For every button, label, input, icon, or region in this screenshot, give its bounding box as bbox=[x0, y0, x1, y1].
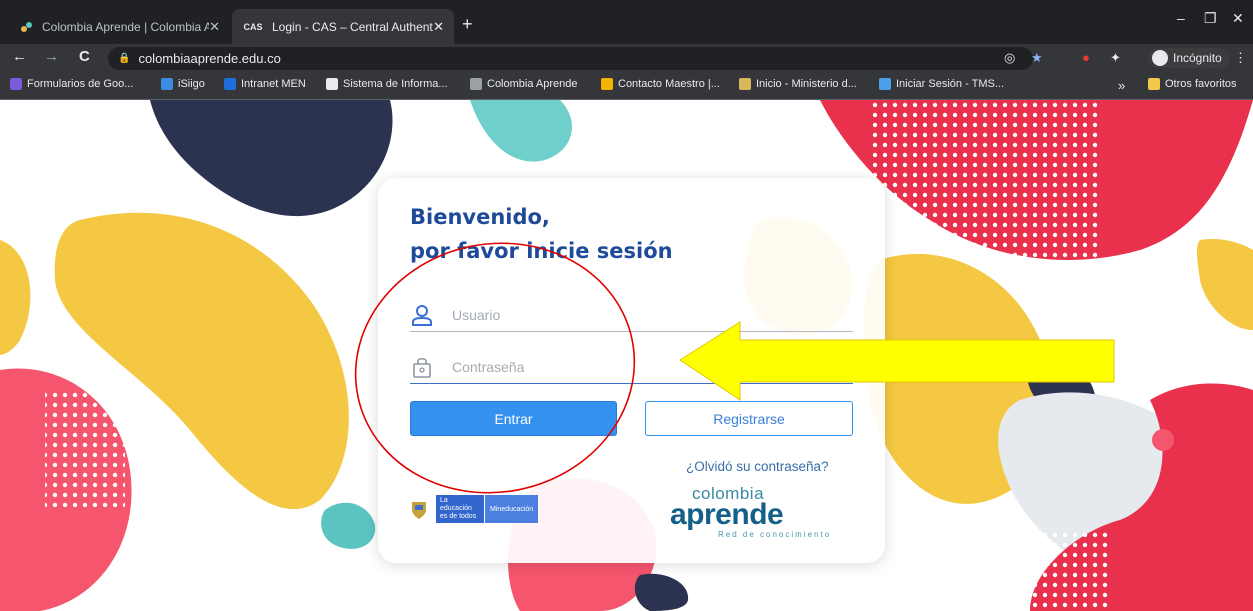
register-button[interactable]: Registrarse bbox=[645, 401, 853, 436]
tab-close-icon[interactable]: ✕ bbox=[433, 19, 444, 35]
men-slogan: La educación es de todos bbox=[436, 495, 484, 523]
bookmark-contacto-maestro[interactable]: Contacto Maestro |... bbox=[601, 78, 720, 90]
contacto-icon bbox=[601, 78, 613, 90]
logo-sub-text: Red de conocimiento bbox=[718, 530, 832, 539]
more-bookmarks-button[interactable]: » bbox=[1118, 78, 1125, 93]
men-brand: Mineducación bbox=[485, 495, 539, 523]
extensions-puzzle-icon[interactable]: ✦ bbox=[1110, 50, 1121, 66]
extension-shield-icon[interactable]: ● bbox=[1082, 50, 1090, 65]
password-input[interactable] bbox=[452, 358, 832, 375]
username-input[interactable] bbox=[452, 306, 832, 323]
login-subtitle: por favor inicie sesión bbox=[410, 239, 673, 263]
coat-of-arms-icon bbox=[412, 502, 426, 519]
intranet-icon bbox=[224, 78, 236, 90]
tab-close-icon[interactable]: ✕ bbox=[209, 19, 220, 35]
siigo-icon bbox=[161, 78, 173, 90]
lock-icon: 🔒 bbox=[118, 53, 131, 64]
colombia-aprende-favicon-icon bbox=[18, 19, 34, 35]
welcome-title: Bienvenido, bbox=[410, 205, 550, 229]
back-button[interactable]: ← bbox=[12, 48, 27, 65]
globe-icon bbox=[326, 78, 338, 90]
login-card: Bienvenido, por favor inicie sesión Entr… bbox=[378, 178, 885, 563]
bookmark-sistema[interactable]: Sistema de Informa... bbox=[326, 78, 448, 90]
reload-button[interactable]: C bbox=[79, 48, 90, 65]
bookmark-otros-favoritos[interactable]: Otros favoritos bbox=[1148, 78, 1237, 90]
login-button[interactable]: Entrar bbox=[410, 401, 617, 436]
bookmark-tms[interactable]: Iniciar Sesión - TMS... bbox=[879, 78, 1004, 90]
login-page: Bienvenido, por favor inicie sesión Entr… bbox=[0, 100, 1253, 611]
restore-button[interactable]: ❐ bbox=[1204, 10, 1217, 27]
incognito-icon bbox=[1152, 50, 1168, 66]
url-text: colombiaaprende.edu.co bbox=[138, 51, 281, 66]
star-icon[interactable]: ★ bbox=[1031, 50, 1043, 66]
tab-cas-login[interactable]: CAS Login - CAS – Central Authenticat ✕ bbox=[232, 9, 454, 44]
forms-icon bbox=[10, 78, 22, 90]
colombia-aprende-logo: colombia aprende Red de conocimiento bbox=[670, 484, 850, 544]
incognito-label: Incógnito bbox=[1173, 51, 1222, 65]
bookmark-formularios[interactable]: Formularios de Goo... bbox=[10, 78, 133, 90]
address-bar: ← → C 🔒 colombiaaprende.edu.co ◎ ★ ● ✦ I… bbox=[0, 44, 1253, 73]
bookmark-intranet-men[interactable]: Intranet MEN bbox=[224, 78, 306, 90]
bookmarks-bar: Formularios de Goo... iSiigo Intranet ME… bbox=[0, 73, 1253, 100]
tab-label: Login - CAS – Central Authenticat bbox=[272, 19, 433, 34]
cas-favicon-icon: CAS bbox=[243, 21, 263, 32]
folder-icon bbox=[1148, 78, 1160, 90]
forgot-password-link[interactable]: ¿Olvidó su contraseña? bbox=[686, 459, 829, 474]
close-window-button[interactable]: ✕ bbox=[1232, 10, 1244, 27]
ministerio-icon bbox=[739, 78, 751, 90]
tab-colombia-aprende[interactable]: Colombia Aprende | Colombia Ap ✕ bbox=[8, 9, 230, 44]
bookmark-colombia-aprende[interactable]: Colombia Aprende bbox=[470, 78, 578, 90]
username-field[interactable] bbox=[410, 298, 853, 332]
bookmark-ministerio[interactable]: Inicio - Ministerio d... bbox=[739, 78, 857, 90]
incognito-badge[interactable]: Incógnito bbox=[1148, 48, 1230, 68]
tab-bar: Colombia Aprende | Colombia Ap ✕ CAS Log… bbox=[0, 0, 1253, 44]
logo-main-text: aprende bbox=[670, 498, 784, 531]
forward-button[interactable]: → bbox=[44, 48, 59, 65]
new-tab-button[interactable]: + bbox=[462, 14, 473, 35]
mineducacion-logo: La educación es de todos Mineducación bbox=[410, 494, 539, 524]
password-field[interactable] bbox=[410, 350, 853, 384]
tms-icon bbox=[879, 78, 891, 90]
lock-icon bbox=[413, 357, 431, 378]
colombia-aprende-icon bbox=[470, 78, 482, 90]
minimize-button[interactable]: – bbox=[1177, 10, 1185, 26]
url-input[interactable]: 🔒 colombiaaprende.edu.co bbox=[108, 47, 1033, 70]
user-icon bbox=[412, 304, 432, 326]
menu-kebab-icon[interactable]: ⋮ bbox=[1234, 50, 1247, 66]
tab-label: Colombia Aprende | Colombia Ap bbox=[42, 19, 210, 34]
bookmark-isiigo[interactable]: iSiigo bbox=[161, 78, 205, 90]
eye-off-icon[interactable]: ◎ bbox=[1004, 50, 1015, 66]
